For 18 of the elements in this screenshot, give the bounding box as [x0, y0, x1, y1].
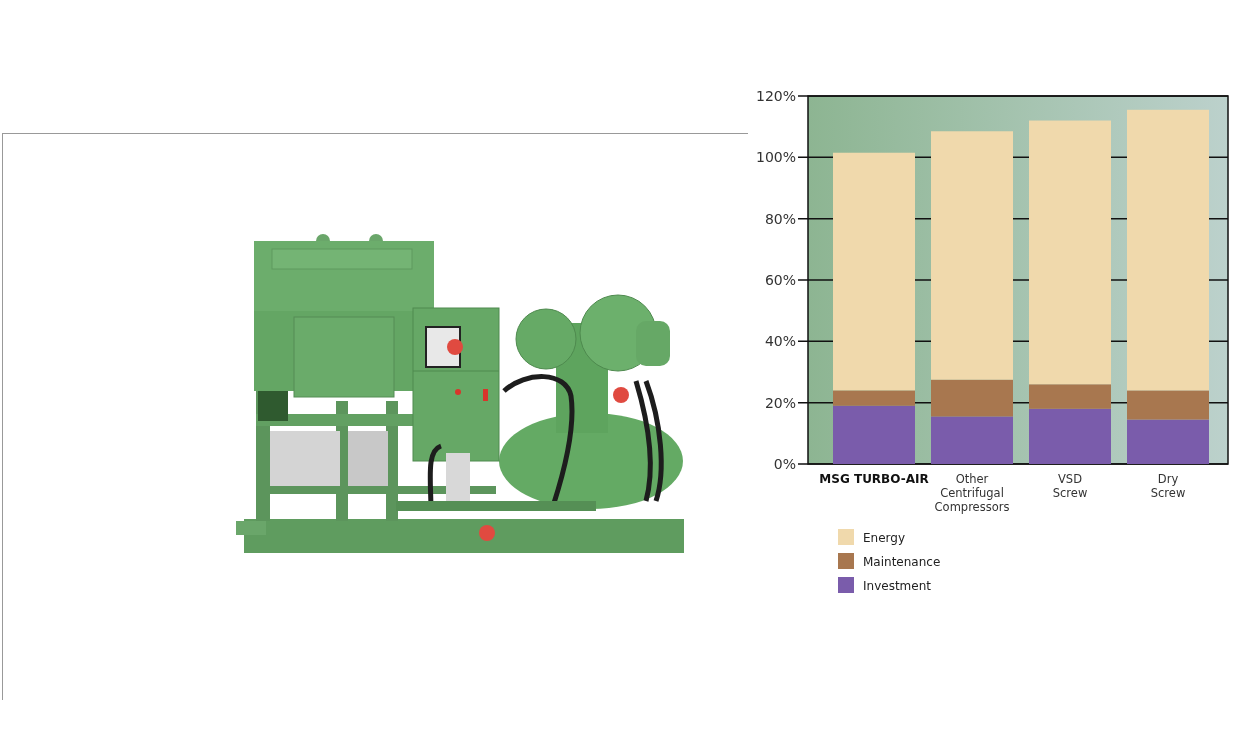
legend-label: Investment [863, 579, 931, 593]
y-axis-label: 100% [755, 149, 796, 166]
hotspot-marker[interactable] [613, 387, 629, 403]
category-label: Dry Screw [1150, 472, 1186, 500]
y-axis-label: 120% [755, 88, 796, 104]
model-viewer-panel[interactable] [2, 133, 748, 700]
category-label: VSD Screw [1052, 472, 1088, 500]
y-axis-label: 80% [764, 210, 796, 227]
category-label: Other Centrifugal Compressors [934, 472, 1010, 514]
y-axis-label: 20% [764, 394, 796, 411]
legend-label: Maintenance [863, 555, 941, 569]
y-axis-label: 60% [764, 272, 796, 288]
hotspot-marker[interactable] [447, 339, 463, 355]
hotspot-marker[interactable] [479, 525, 495, 541]
y-axis-label: 0% [773, 456, 796, 472]
y-axis-label: 40% [764, 333, 796, 350]
category-label: MSG TURBO-AIR [819, 472, 929, 486]
legend-label: Energy [863, 531, 905, 545]
